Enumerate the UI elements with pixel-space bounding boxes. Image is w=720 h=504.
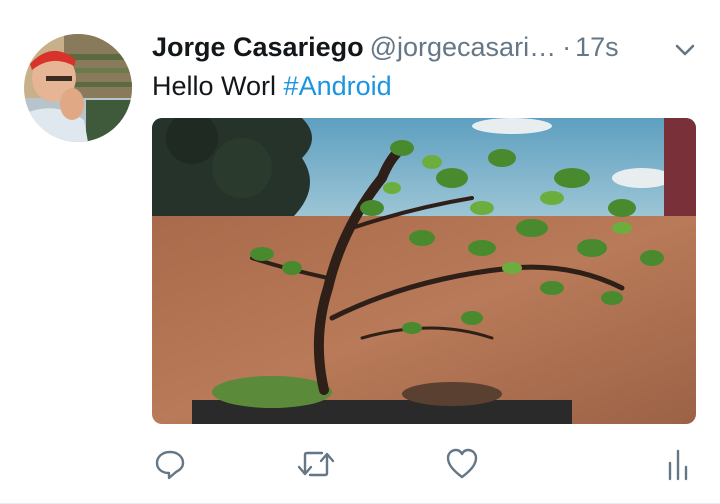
- author-handle[interactable]: @jorgecasari…: [370, 32, 556, 62]
- reply-icon[interactable]: [150, 446, 190, 482]
- analytics-icon[interactable]: [658, 446, 698, 482]
- separator-dot: ·: [562, 32, 572, 62]
- tweet-text: Hello Worl #Android: [152, 68, 392, 104]
- tweet-actions: [0, 446, 720, 482]
- tweet-header: Jorge Casariego @jorgecasari… · 17s: [152, 30, 692, 64]
- timestamp[interactable]: 17s: [575, 32, 619, 62]
- heart-icon[interactable]: [442, 446, 482, 482]
- avatar[interactable]: [24, 34, 132, 142]
- tweet-card[interactable]: Jorge Casariego @jorgecasari… · 17s Hello W…: [0, 0, 720, 504]
- tweet-text-plain: Hello Worl: [152, 71, 284, 101]
- author-name[interactable]: Jorge Casariego: [152, 32, 364, 62]
- hashtag-link[interactable]: #Android: [284, 71, 392, 101]
- retweet-icon[interactable]: [296, 446, 336, 482]
- tweet-photo[interactable]: [152, 118, 696, 424]
- chevron-down-icon[interactable]: [672, 40, 698, 60]
